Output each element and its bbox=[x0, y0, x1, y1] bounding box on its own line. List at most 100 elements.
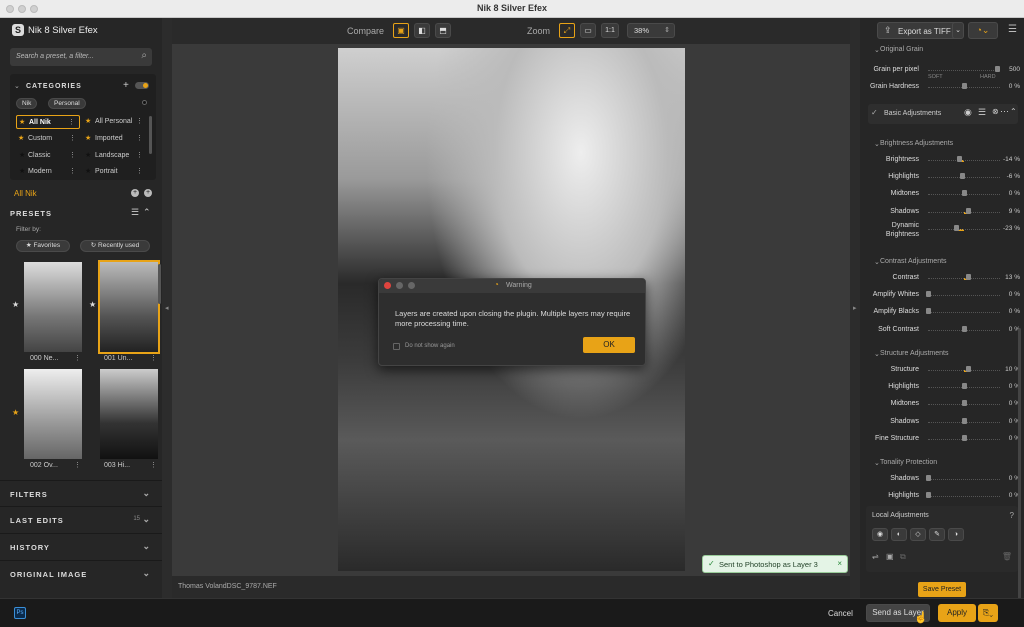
ok-button[interactable]: OK bbox=[583, 337, 635, 353]
basic-adjustments-header[interactable]: ✓ Basic Adjustments ◉ ☰ ⊗ ⋯ ⌃ bbox=[868, 104, 1018, 124]
favorites-filter-button[interactable]: ★ Favorites bbox=[16, 240, 70, 252]
toast-close-icon[interactable]: × bbox=[837, 559, 842, 568]
favorite-star-icon[interactable]: ★ bbox=[89, 300, 96, 309]
slider-knob[interactable] bbox=[962, 417, 967, 424]
compare-side-by-side-button[interactable]: ◧ bbox=[414, 23, 430, 38]
adjustment-slider[interactable]: Shadows 0 % bbox=[860, 471, 1024, 487]
search-box[interactable]: Search a preset, a filter... ⌕ bbox=[10, 48, 152, 66]
adjustment-slider[interactable]: Shadows 0 % bbox=[860, 414, 1024, 430]
slider-knob[interactable] bbox=[962, 325, 967, 332]
zoom-fill-button[interactable]: ▭ bbox=[580, 23, 596, 38]
more-icon[interactable]: ⋮ bbox=[69, 151, 76, 159]
help-icon[interactable]: ? bbox=[1010, 511, 1014, 520]
zoom-fit-button[interactable]: ⤢ bbox=[559, 23, 575, 38]
adjustment-slider[interactable]: Structure 10 % bbox=[860, 362, 1024, 378]
more-icon[interactable]: ⋮ bbox=[69, 167, 76, 175]
search-icon[interactable]: ⌕ bbox=[141, 50, 147, 61]
add-category-icon[interactable]: + bbox=[123, 80, 129, 91]
slider-knob[interactable] bbox=[962, 190, 967, 197]
export-button[interactable]: ⇪ Export as TIFF bbox=[877, 22, 963, 39]
more-icon[interactable]: ⋮ bbox=[136, 134, 143, 142]
add-preset-icon[interactable]: + bbox=[131, 189, 139, 197]
adjustment-slider[interactable]: Fine Structure 0 % bbox=[860, 431, 1024, 447]
slider-track[interactable] bbox=[928, 70, 1000, 71]
add-preset-alt-icon[interactable]: + bbox=[144, 189, 152, 197]
more-icon[interactable]: ⋮ bbox=[150, 354, 157, 362]
more-icon[interactable]: ⋮ bbox=[136, 151, 143, 159]
menu-icon[interactable]: ☰ bbox=[1008, 24, 1017, 35]
adjustment-slider[interactable]: Soft Contrast 0 % bbox=[860, 322, 1024, 338]
enable-checkbox-icon[interactable]: ✓ bbox=[871, 108, 878, 117]
slider-track[interactable] bbox=[928, 370, 1000, 371]
category-all-nik[interactable]: ★ All Nik ⋮ bbox=[16, 115, 80, 129]
do-not-show-checkbox[interactable] bbox=[393, 343, 400, 350]
slider-knob[interactable] bbox=[926, 492, 931, 499]
nik-collection-button[interactable]: ◔⌄ bbox=[968, 22, 998, 39]
right-panel-collapse-handle[interactable]: ▸ bbox=[850, 18, 860, 598]
section-history[interactable]: HISTORY ⌄ bbox=[0, 533, 162, 559]
category-classic[interactable]: ★ Classic ⋮ bbox=[16, 149, 80, 163]
control-point-icon[interactable]: ◉ bbox=[872, 528, 888, 541]
slider-knob[interactable] bbox=[965, 366, 971, 372]
more-icon[interactable]: ⋮ bbox=[69, 134, 76, 142]
tag-filter-icon[interactable] bbox=[142, 100, 147, 105]
zoom-1to1-button[interactable]: 1:1 bbox=[601, 23, 619, 38]
more-icon[interactable]: ⋮ bbox=[150, 461, 157, 469]
slider-knob[interactable] bbox=[962, 83, 967, 89]
slider-track[interactable] bbox=[928, 211, 1000, 213]
slider-knob[interactable] bbox=[954, 224, 960, 231]
adjustment-slider[interactable]: Amplify Whites 0 % bbox=[860, 287, 1024, 303]
right-panel-scrollbar[interactable] bbox=[1018, 328, 1021, 618]
slider-knob[interactable] bbox=[926, 291, 931, 298]
adjustment-slider[interactable]: Shadows 9 % bbox=[860, 204, 1024, 220]
brush-icon[interactable]: ✎ bbox=[929, 528, 945, 541]
category-all-personal[interactable]: ★ All Personal ⋮ bbox=[83, 115, 145, 129]
presets-scrollbar[interactable] bbox=[158, 264, 161, 304]
slider-knob[interactable] bbox=[926, 308, 931, 315]
list-icon[interactable]: ☰ bbox=[978, 107, 986, 118]
list-view-icon[interactable]: ☰ bbox=[131, 207, 139, 218]
more-icon[interactable]: ⋮ bbox=[136, 117, 143, 125]
radial-mask-icon[interactable]: ◐ bbox=[891, 528, 907, 541]
trash-icon[interactable]: 🗑 bbox=[1002, 552, 1012, 561]
categories-scrollbar[interactable] bbox=[149, 116, 152, 154]
tag-personal[interactable]: Personal bbox=[48, 98, 86, 109]
original-grain-chevron-icon[interactable]: ⌄ bbox=[874, 46, 880, 54]
polygon-mask-icon[interactable]: ◇ bbox=[910, 528, 926, 541]
apply-button[interactable]: Apply bbox=[938, 604, 976, 622]
collapse-right-icon[interactable]: ▸ bbox=[853, 304, 857, 312]
section-last-edits[interactable]: LAST EDITS 15 ⌄ bbox=[0, 506, 162, 532]
more-icon[interactable]: ⋮ bbox=[74, 354, 81, 362]
category-portrait[interactable]: ★ Portrait ⋮ bbox=[83, 165, 145, 179]
slider-knob[interactable] bbox=[962, 434, 967, 441]
show-mask-icon[interactable]: ▣ bbox=[886, 552, 894, 561]
export-options-chevron-icon[interactable]: ⌄ bbox=[952, 22, 964, 39]
left-panel-collapse-handle[interactable]: ◂ bbox=[162, 18, 172, 598]
adjustment-slider[interactable]: Amplify Blacks 0 % bbox=[860, 304, 1024, 320]
gradient-icon[interactable]: ◑ bbox=[948, 528, 964, 541]
section-filters[interactable]: FILTERS ⌄ bbox=[0, 480, 162, 506]
slider-knob[interactable] bbox=[965, 207, 971, 214]
collapse-left-icon[interactable]: ◂ bbox=[165, 304, 169, 312]
preset-thumbnail-selected[interactable] bbox=[98, 260, 160, 354]
slider-track[interactable] bbox=[928, 295, 1000, 297]
adjustment-slider[interactable]: Highlights 0 % bbox=[860, 488, 1024, 504]
apply-options-icon[interactable]: ⎘⌄ bbox=[978, 604, 998, 622]
more-icon[interactable]: ⋮ bbox=[74, 461, 81, 469]
slider-knob[interactable] bbox=[956, 156, 962, 162]
slider-knob[interactable] bbox=[926, 475, 931, 481]
reset-icon[interactable]: ⊗ bbox=[992, 107, 999, 116]
slider-track[interactable] bbox=[928, 479, 1000, 480]
slider-track[interactable] bbox=[928, 160, 1000, 161]
collapse-presets-icon[interactable]: ⌃ bbox=[143, 207, 151, 218]
dialog-zoom-button[interactable] bbox=[408, 282, 415, 289]
category-modern[interactable]: ★ Modern ⋮ bbox=[16, 165, 80, 179]
adjustment-slider[interactable]: Brightness -14 % bbox=[860, 152, 1024, 168]
slider-knob[interactable] bbox=[966, 274, 972, 280]
grain-per-pixel-slider[interactable]: Grain per pixel 500 SOFT HARD bbox=[860, 62, 1024, 80]
preset-thumbnail[interactable] bbox=[24, 262, 82, 352]
adjustment-slider[interactable]: Highlights 0 % bbox=[860, 379, 1024, 395]
contrast-chevron-icon[interactable]: ⌄ bbox=[874, 258, 880, 266]
mask-options-icon[interactable]: ⇌ bbox=[872, 552, 879, 561]
slider-knob[interactable] bbox=[962, 400, 967, 407]
